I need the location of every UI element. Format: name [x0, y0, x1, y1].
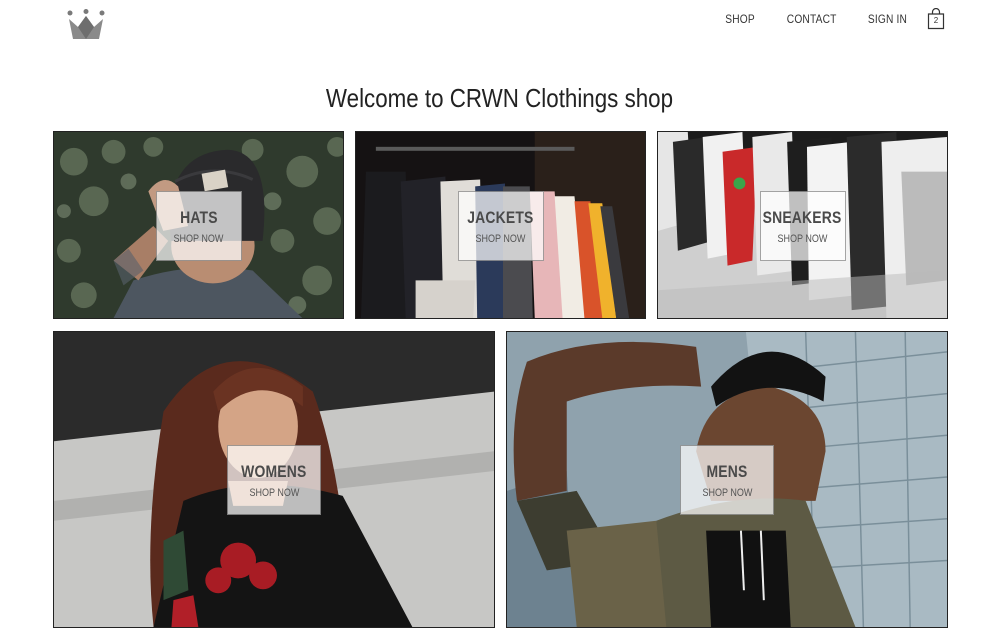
page-title: Welcome to CRWN Clothings shop — [325, 83, 674, 113]
jackets-title: JACKETS — [467, 207, 534, 227]
site-header: SHOP CONTACT SIGN IN 2 — [0, 0, 999, 60]
crown-logo-icon[interactable] — [66, 9, 106, 41]
womens-shop-now: SHOP NOW — [249, 486, 299, 499]
nav-shop-link[interactable]: SHOP — [725, 12, 755, 26]
directory-item-womens[interactable]: WOMENS SHOP NOW — [53, 331, 495, 628]
directory-item-mens[interactable]: MENS SHOP NOW — [506, 331, 948, 628]
cart-item-count: 2 — [933, 16, 939, 25]
hats-title: HATS — [179, 207, 218, 227]
nav-sign-in-link[interactable]: SIGN IN — [868, 12, 907, 26]
hats-label-box: HATS SHOP NOW — [155, 191, 242, 261]
womens-title: WOMENS — [241, 461, 307, 481]
directory-item-jackets[interactable]: JACKETS SHOP NOW — [355, 131, 646, 319]
womens-label-box: WOMENS SHOP NOW — [227, 445, 321, 515]
directory-item-hats[interactable]: HATS SHOP NOW — [53, 131, 344, 319]
sneakers-label-box: SNEAKERS SHOP NOW — [759, 191, 846, 261]
jackets-label-box: JACKETS SHOP NOW — [457, 191, 544, 261]
cart-button[interactable]: 2 — [927, 8, 945, 30]
jackets-shop-now: SHOP NOW — [475, 232, 526, 245]
mens-shop-now: SHOP NOW — [702, 486, 752, 499]
directory-item-sneakers[interactable]: SNEAKERS SHOP NOW — [657, 131, 948, 319]
main-nav: SHOP CONTACT SIGN IN 2 — [696, 8, 945, 30]
mens-label-box: MENS SHOP NOW — [680, 445, 774, 515]
hats-shop-now: SHOP NOW — [173, 232, 224, 245]
sneakers-title: SNEAKERS — [763, 207, 842, 227]
nav-contact-link[interactable]: CONTACT — [787, 12, 837, 26]
sneakers-shop-now: SHOP NOW — [777, 232, 828, 245]
mens-title: MENS — [706, 461, 748, 481]
